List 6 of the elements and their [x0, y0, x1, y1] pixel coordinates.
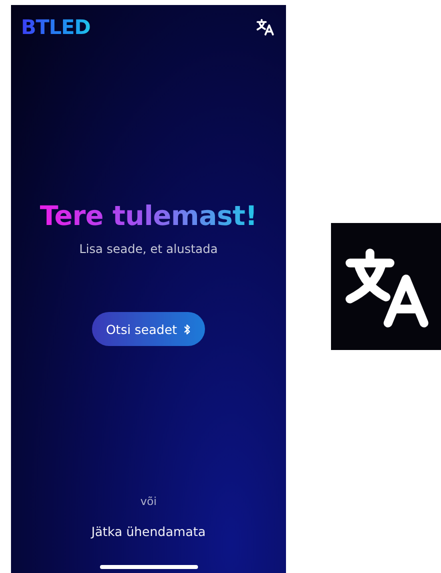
skip-link[interactable]: Jätka ühendamata [91, 524, 206, 539]
or-separator: või [140, 495, 157, 508]
search-devices-button[interactable]: Otsi seadet [92, 312, 206, 346]
welcome-subtitle: Lisa seade, et alustada [79, 242, 218, 256]
bluetooth-icon [183, 322, 192, 336]
language-icon[interactable] [255, 17, 275, 37]
